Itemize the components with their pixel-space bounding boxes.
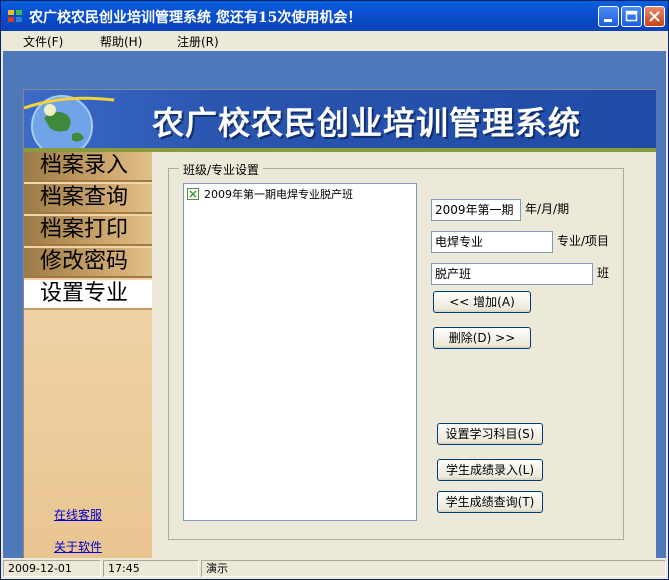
globe-logo-icon: [24, 95, 115, 148]
menu-register[interactable]: 注册(R): [177, 33, 219, 50]
status-bar: 2009-12-01 17:45 演示: [1, 558, 668, 579]
status-date: 2009-12-01: [3, 560, 101, 577]
major-label: 专业/项目: [557, 234, 610, 248]
online-service-link[interactable]: 在线客服: [54, 506, 102, 523]
maximize-icon: [625, 10, 638, 22]
close-button[interactable]: [644, 6, 665, 27]
minimize-button[interactable]: [598, 6, 619, 27]
window-title: 农广校农民创业培训管理系统 您还有15次使用机会！: [29, 10, 362, 26]
year-label: 年/月/期: [525, 202, 570, 216]
sidebar: 档案录入 档案查询 档案打印 修改密码 设置专业 在线客服 关于软件: [24, 152, 152, 560]
main-panel: 农广校农民创业培训管理系统 档案录入 档案查询 档案打印 修改密码 设置专业 在…: [23, 89, 656, 560]
settings-content: 班级/专业设置 2009年第一期电焊专业脱产班 2009年第一期 年/月/期 电…: [152, 152, 656, 560]
tree-node-icon: [187, 188, 199, 200]
score-entry-button[interactable]: 学生成绩录入(L): [437, 459, 543, 481]
about-software-link[interactable]: 关于软件: [54, 538, 102, 555]
class-major-group: 班级/专业设置 2009年第一期电焊专业脱产班 2009年第一期 年/月/期 电…: [168, 161, 624, 540]
menu-file[interactable]: 文件(F): [23, 33, 63, 50]
menu-bar: 文件(F) 帮助(H) 注册(R): [1, 31, 668, 51]
class-label: 班: [597, 266, 610, 280]
nav-archive-entry[interactable]: 档案录入: [24, 152, 152, 182]
status-mode: 演示: [201, 560, 666, 577]
nav-archive-query[interactable]: 档案查询: [24, 184, 152, 214]
app-icon: [8, 10, 22, 22]
list-item[interactable]: 2009年第一期电焊专业脱产班: [187, 186, 353, 202]
class-listbox[interactable]: 2009年第一期电焊专业脱产班: [183, 183, 417, 521]
maximize-button[interactable]: [621, 6, 642, 27]
nav-change-password[interactable]: 修改密码: [24, 248, 152, 278]
list-item-label: 2009年第一期电焊专业脱产班: [204, 188, 353, 201]
close-icon: [649, 11, 660, 22]
banner-title: 农广校农民创业培训管理系统: [152, 104, 582, 142]
client-area: 农广校农民创业培训管理系统 档案录入 档案查询 档案打印 修改密码 设置专业 在…: [3, 51, 666, 560]
add-button[interactable]: << 增加(A): [433, 291, 531, 313]
app-window: 农广校农民创业培训管理系统 您还有15次使用机会！ 文件(F) 帮助(H) 注册…: [0, 0, 669, 580]
nav-set-major[interactable]: 设置专业: [24, 280, 152, 310]
minimize-icon: [604, 19, 612, 22]
header-banner: 农广校农民创业培训管理系统: [24, 90, 656, 148]
year-input[interactable]: 2009年第一期: [431, 199, 521, 221]
set-subjects-button[interactable]: 设置学习科目(S): [437, 423, 543, 445]
group-title: 班级/专业设置: [179, 161, 264, 178]
class-input[interactable]: 脱产班: [431, 263, 593, 285]
title-bar[interactable]: 农广校农民创业培训管理系统 您还有15次使用机会！: [1, 1, 668, 31]
score-query-button[interactable]: 学生成绩查询(T): [437, 491, 543, 513]
menu-help[interactable]: 帮助(H): [100, 33, 142, 50]
major-input[interactable]: 电焊专业: [431, 231, 553, 253]
delete-button[interactable]: 删除(D) >>: [433, 327, 531, 349]
status-time: 17:45: [103, 560, 199, 577]
nav-archive-print[interactable]: 档案打印: [24, 216, 152, 246]
